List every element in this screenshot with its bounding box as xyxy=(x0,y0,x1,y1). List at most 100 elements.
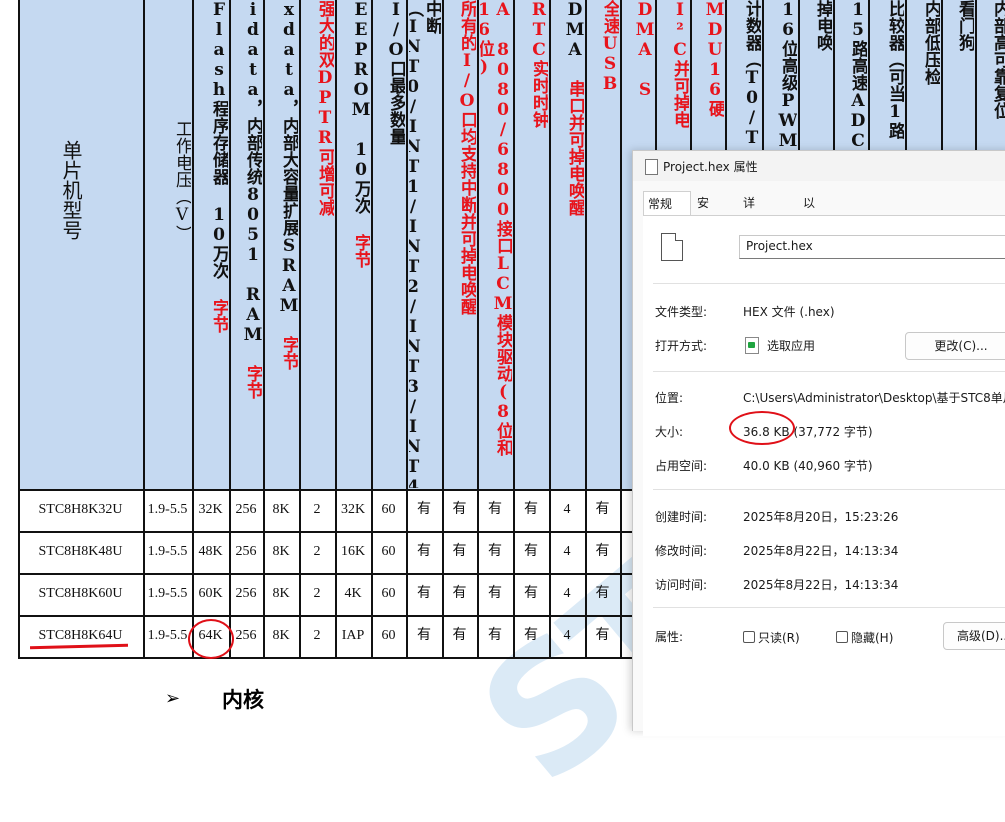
column-header: A 8080/6800接口LCM模块驱动(8位和16位) xyxy=(480,0,512,488)
header-text: Flash程序存储器 10万次 xyxy=(209,0,228,299)
column-header: 强大的双DPTR可增可减 xyxy=(302,0,334,488)
app-icon xyxy=(745,337,759,354)
general-tab-panel xyxy=(643,215,1005,736)
accessed-value: 2025年8月22日，14:13:34 xyxy=(743,578,899,592)
table-cell: 4 xyxy=(563,502,571,517)
dialog-title: Project.hex 属性 xyxy=(663,160,758,174)
disk-size-value: 40.0 KB (40,960 字节) xyxy=(743,459,873,473)
header-red-text: RTC实时时钟 xyxy=(529,0,548,128)
attributes-label: 属性: xyxy=(655,630,684,644)
table-vline xyxy=(585,0,587,658)
table-cell: 2 xyxy=(313,502,321,517)
table-cell: 有 xyxy=(452,628,467,643)
column-header: DMA 串口并可掉电唤醒 xyxy=(552,0,584,488)
table-cell: 有 xyxy=(524,502,538,517)
tab-general[interactable]: 常规 xyxy=(643,191,691,216)
table-vline xyxy=(477,0,479,658)
header-text: 看门狗 xyxy=(955,0,974,51)
table-cell: 60 xyxy=(381,502,396,517)
table-vline xyxy=(442,0,444,658)
file-type-value: HEX 文件 (.hex) xyxy=(743,305,835,319)
separator xyxy=(653,283,1005,284)
disk-size-label: 占用空间: xyxy=(655,459,708,473)
header-text: xdata，内部大容量扩展SRAM xyxy=(279,0,298,336)
table-vline xyxy=(143,0,145,658)
table-cell: 有 xyxy=(595,628,610,643)
table-vline xyxy=(18,0,20,658)
header-text: 内部高可靠复位 xyxy=(990,0,1005,119)
header-text: 掉电唤 xyxy=(813,0,832,51)
table-cell: 2 xyxy=(313,586,321,601)
model-cell: STC8H8K64U xyxy=(38,628,123,643)
column-header: idata，内部传统8051 RAM 字节 xyxy=(232,0,262,488)
table-cell: 256 xyxy=(235,628,257,643)
readonly-label: 只读(R) xyxy=(758,631,800,645)
open-with-value: 选取应用 xyxy=(767,339,816,353)
table-cell: 有 xyxy=(595,502,610,517)
advanced-button[interactable]: 高级(D)... xyxy=(943,622,1005,650)
change-button[interactable]: 更改(C)... xyxy=(905,332,1005,360)
table-vline xyxy=(513,0,515,658)
header-red-text: DMA S xyxy=(635,0,654,100)
table-cell: 8K xyxy=(272,544,290,559)
header-red-text: 全速USB xyxy=(600,0,619,94)
table-cell: 60 xyxy=(381,544,396,559)
tab-details[interactable]: 详细信息 xyxy=(739,191,759,282)
table-vline xyxy=(371,0,373,658)
tab-previous-versions[interactable]: 以前的版本 xyxy=(799,191,819,306)
table-cell: 1.9-5.5 xyxy=(147,502,188,517)
table-cell: 有 xyxy=(595,544,610,559)
header-red-text: 字节 xyxy=(351,234,370,268)
table-cell: 1.9-5.5 xyxy=(147,544,188,559)
header-red-text: I²C并可掉电 xyxy=(670,0,689,128)
header-red-text: 字节 xyxy=(209,299,228,333)
table-cell: 256 xyxy=(235,586,257,601)
header-text: EEPROM 10万次 xyxy=(351,0,370,234)
table-cell: 8K xyxy=(272,628,290,643)
bullet-icon: ➢ xyxy=(165,688,181,709)
open-with-label: 打开方式: xyxy=(655,339,708,353)
table-vline xyxy=(299,0,301,658)
table-cell: 有 xyxy=(488,502,502,517)
accessed-label: 访问时间: xyxy=(655,578,708,592)
section-title-core: 内核 xyxy=(222,688,264,712)
table-vline xyxy=(192,0,194,658)
created-label: 创建时间: xyxy=(655,510,708,524)
table-cell: 60 xyxy=(381,586,396,601)
table-cell: 32K xyxy=(340,502,366,517)
dialog-titlebar[interactable]: Project.hex 属性 xyxy=(633,151,1005,181)
table-cell: 有 xyxy=(488,628,502,643)
table-cell: 60K xyxy=(198,586,223,601)
table-cell: 有 xyxy=(417,502,431,517)
table-vline xyxy=(549,0,551,658)
table-cell: 有 xyxy=(452,502,467,517)
hidden-checkbox[interactable] xyxy=(836,631,848,643)
table-cell: 8K xyxy=(272,586,290,601)
header-text: idata，内部传统8051 RAM xyxy=(243,0,262,365)
header-red-text: MDU16硬 xyxy=(705,0,724,117)
separator xyxy=(653,371,1005,372)
table-cell: 有 xyxy=(524,544,538,559)
tab-security[interactable]: 安全 xyxy=(693,191,713,234)
header-red-text: 强大的双DPTR可增可减 xyxy=(315,0,334,216)
header-text: 15路高速ADC xyxy=(848,0,867,151)
header-red-text: A 8080/6800接口LCM模块驱动(8位和16位) xyxy=(480,0,512,456)
header-text: 内部低压检 xyxy=(921,0,940,85)
header-red-text: 字节 xyxy=(243,365,262,399)
column-header: Flash程序存储器 10万次 字节 xyxy=(195,0,228,488)
table-cell: 256 xyxy=(235,544,257,559)
readonly-checkbox[interactable] xyxy=(743,631,755,643)
table-cell: 有 xyxy=(452,586,467,601)
hidden-label: 隐藏(H) xyxy=(851,631,894,645)
column-header: 全速USB xyxy=(588,0,619,488)
filename-input[interactable]: Project.hex xyxy=(739,235,1005,259)
model-cell: STC8H8K48U xyxy=(38,544,123,559)
file-type-label: 文件类型: xyxy=(655,305,708,319)
table-cell: 有 xyxy=(524,628,538,643)
table-cell: IAP xyxy=(341,628,365,643)
table-cell: 8K xyxy=(272,502,290,517)
created-value: 2025年8月20日，15:23:26 xyxy=(743,510,899,524)
table-cell: 4 xyxy=(563,628,571,643)
table-cell: 16K xyxy=(340,544,366,559)
table-vline xyxy=(620,0,622,658)
